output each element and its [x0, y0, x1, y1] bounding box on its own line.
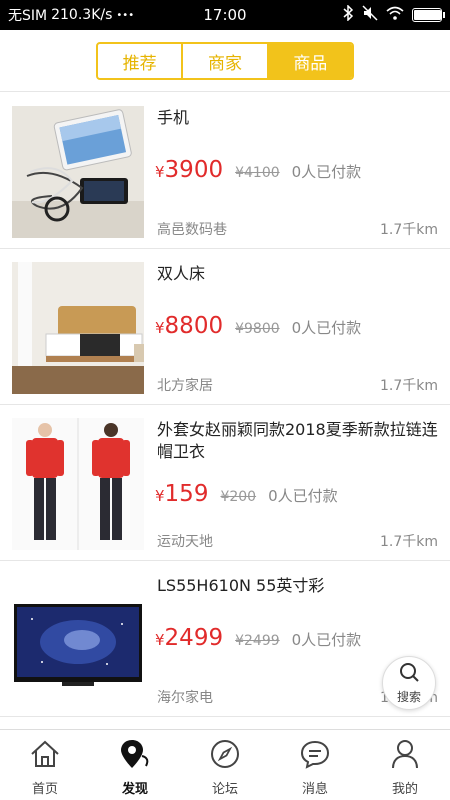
tab-home[interactable]: 首页: [0, 730, 90, 800]
tab-messages[interactable]: 消息: [270, 730, 360, 800]
location-pin-icon: [118, 738, 152, 774]
tab-label: 论坛: [211, 782, 238, 797]
currency-symbol: ¥: [155, 487, 165, 505]
shop-name[interactable]: 运动天地: [157, 531, 213, 551]
tab-forum[interactable]: 论坛: [180, 730, 270, 800]
original-price: ¥9800: [235, 321, 280, 337]
product-card[interactable]: 外套女赵丽颖同款2018夏季新款拉链连帽卫衣 ¥ 159 ¥200 0人已付款 …: [0, 405, 450, 561]
shop-name[interactable]: 北方家居: [157, 375, 213, 395]
product-name: 外套女赵丽颖同款2018夏季新款拉链连帽卫衣: [157, 420, 438, 461]
product-name: 手机: [157, 108, 190, 127]
paid-count: 0人已付款: [268, 487, 338, 505]
product-price: 159: [164, 481, 209, 507]
product-card[interactable]: 手机 ¥ 3900 ¥4100 0人已付款 高邑数码巷 1.7千km: [0, 93, 450, 249]
bed-photo: [12, 262, 144, 394]
hoodie-photo: [12, 418, 144, 550]
product-price: 8800: [164, 313, 224, 339]
shop-name[interactable]: 海尔家电: [157, 687, 213, 707]
tab-discover[interactable]: 发现: [90, 730, 180, 800]
carrier-label: 无SIM: [8, 8, 48, 24]
distance: 1.7千km: [379, 222, 438, 238]
tab-label: 消息: [301, 782, 328, 797]
tab-label: 首页: [31, 782, 58, 797]
product-card[interactable]: LS55H610N 55英寸彩 ¥ 2499 ¥2499 0人已付款 海尔家电 …: [0, 561, 450, 717]
paid-count: 0人已付款: [291, 163, 362, 181]
price-row: ¥ 8800 ¥9800 0人已付款: [155, 313, 361, 339]
phone-tablet-photo: [12, 106, 144, 238]
bluetooth-icon: [342, 4, 354, 25]
distance: 1.7千km: [379, 378, 438, 394]
paid-count: 0人已付款: [291, 631, 362, 649]
tv-photo: [12, 574, 144, 706]
search-icon: [398, 661, 420, 687]
wifi-icon: [386, 6, 404, 24]
price-row: ¥ 3900 ¥4100 0人已付款: [155, 157, 361, 183]
bottom-tab-bar: 首页 发现 论坛 消息 我的: [0, 729, 450, 800]
tab-recommend[interactable]: 推荐: [98, 44, 184, 78]
currency-symbol: ¥: [155, 631, 165, 649]
more-dots: •••: [116, 9, 135, 21]
price-row: ¥ 2499 ¥2499 0人已付款: [155, 625, 361, 651]
compass-icon: [209, 738, 241, 774]
segment-bar: 推荐 商家 商品: [0, 30, 450, 92]
tab-profile[interactable]: 我的: [360, 730, 450, 800]
price-row: ¥ 159 ¥200 0人已付款: [155, 481, 338, 507]
product-price: 3900: [164, 157, 224, 183]
network-speed: 210.3K/s: [51, 7, 113, 23]
tab-products[interactable]: 商品: [268, 44, 352, 78]
user-icon: [389, 738, 421, 774]
segmented-control: 推荐 商家 商品: [96, 42, 354, 80]
tab-merchants[interactable]: 商家: [183, 44, 269, 78]
home-icon: [29, 738, 61, 774]
search-button[interactable]: 搜索: [382, 656, 436, 710]
currency-symbol: ¥: [155, 319, 165, 337]
chat-bubble-icon: [299, 738, 331, 774]
original-price: ¥2499: [235, 633, 280, 649]
product-list: 手机 ¥ 3900 ¥4100 0人已付款 高邑数码巷 1.7千km 双人床 ¥: [0, 93, 450, 729]
status-bar: 无SIM 210.3K/s ••• 17:00: [0, 0, 450, 30]
product-card[interactable]: 双人床 ¥ 8800 ¥9800 0人已付款 北方家居 1.7千km: [0, 249, 450, 405]
tab-label: 发现: [121, 782, 148, 797]
shop-name[interactable]: 高邑数码巷: [157, 219, 227, 239]
original-price: ¥4100: [235, 165, 280, 181]
product-name: LS55H610N 55英寸彩: [157, 576, 325, 595]
currency-symbol: ¥: [155, 163, 165, 181]
tab-label: 我的: [391, 782, 418, 797]
battery-icon: [412, 8, 445, 22]
product-name: 双人床: [157, 264, 206, 283]
paid-count: 0人已付款: [291, 319, 362, 337]
search-label: 搜索: [396, 690, 421, 704]
original-price: ¥200: [220, 489, 257, 505]
distance: 1.7千km: [379, 534, 438, 550]
product-price: 2499: [164, 625, 224, 651]
mute-icon: [362, 5, 378, 25]
